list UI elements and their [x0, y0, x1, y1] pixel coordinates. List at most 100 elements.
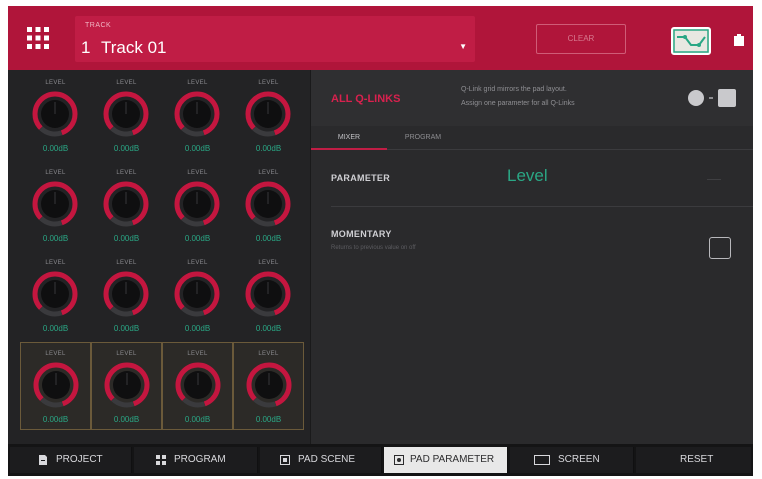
knob-value: 0.00dB	[255, 144, 282, 153]
knob-dial-icon	[174, 271, 220, 317]
momentary-label: MOMENTARY	[331, 229, 392, 239]
knob-value: 0.00dB	[184, 144, 211, 153]
track-field-label: TRACK	[85, 22, 112, 29]
pad-parameter-icon	[394, 455, 404, 465]
knob-value: 0.00dB	[113, 324, 140, 333]
reset-button[interactable]: RESET	[636, 447, 751, 473]
program-button[interactable]: PROGRAM	[134, 447, 258, 473]
document-icon	[39, 455, 47, 465]
project-button-label: PROJECT	[56, 454, 103, 465]
dropdown-caret-icon: ▼	[459, 42, 467, 51]
project-button[interactable]: PROJECT	[10, 447, 132, 473]
parameter-value-field[interactable]: Level	[507, 166, 548, 186]
knob-label: LEVEL	[258, 80, 279, 86]
knob-dial-icon	[32, 271, 78, 317]
knob-value: 0.00dB	[42, 415, 69, 424]
screen-button[interactable]: SCREEN	[510, 447, 634, 473]
knob-value: 0.00dB	[255, 234, 282, 243]
qlink-description-line2: Assign one parameter for all Q-Links	[461, 100, 575, 107]
qlink-knob[interactable]: LEVEL 0.00dB	[233, 72, 304, 160]
knob-label: LEVEL	[116, 351, 137, 357]
knob-value: 0.00dB	[184, 415, 211, 424]
reset-button-label: RESET	[680, 454, 714, 465]
header-bar: TRACK 1 Track 01 ▼ CLEAR	[8, 6, 753, 70]
clear-button[interactable]: CLEAR	[536, 24, 626, 54]
knob-label: LEVEL	[258, 170, 279, 176]
knob-label: LEVEL	[45, 170, 66, 176]
qlink-knob-grid: LEVEL 0.00dB LEVEL 0.00dB LEVEL 0.00dB LEVEL 0.…	[8, 70, 310, 444]
active-tab-indicator	[311, 148, 387, 150]
automation-area	[653, 8, 753, 70]
track-number: 1	[81, 38, 91, 57]
qlink-knob[interactable]: LEVEL 0.00dB	[20, 72, 91, 160]
screen-button-label: SCREEN	[558, 454, 600, 465]
screen-icon	[534, 455, 550, 465]
qlink-tabs: MIXER PROGRAM	[311, 126, 753, 150]
qlink-knob[interactable]: LEVEL 0.00dB	[233, 252, 304, 340]
knob-label: LEVEL	[45, 351, 66, 357]
qlink-knob[interactable]: LEVEL 0.00dB	[91, 342, 162, 430]
qlink-settings-panel: ALL Q-LINKS Q-Link grid mirrors the pad …	[311, 70, 753, 444]
knob-value: 0.00dB	[184, 324, 211, 333]
momentary-sublabel: Returns to previous value on off	[331, 245, 416, 251]
knob-label: LEVEL	[187, 351, 208, 357]
pad-parameter-button-label: PAD PARAMETER	[410, 454, 495, 465]
qlink-knob[interactable]: LEVEL 0.00dB	[162, 162, 233, 250]
qlink-knob[interactable]: LEVEL 0.00dB	[91, 162, 162, 250]
track-selector[interactable]: TRACK 1 Track 01 ▼	[75, 16, 475, 62]
knob-dial-icon	[245, 181, 291, 227]
mode-toggle-square-icon[interactable]	[718, 89, 736, 107]
knob-label: LEVEL	[116, 170, 137, 176]
bottom-navigation-bar: PROJECT PROGRAM PAD SCENE PAD PARAMETER	[8, 444, 753, 476]
mode-toggle-separator	[709, 97, 713, 99]
qlink-knob[interactable]: LEVEL 0.00dB	[20, 162, 91, 250]
knob-dial-icon	[174, 91, 220, 137]
qlink-mode-header: ALL Q-LINKS Q-Link grid mirrors the pad …	[311, 70, 753, 126]
row-divider	[331, 206, 753, 207]
knob-value: 0.00dB	[113, 234, 140, 243]
track-name: Track 01	[101, 38, 167, 57]
battery-icon	[734, 34, 744, 46]
program-button-label: PROGRAM	[174, 454, 226, 465]
mode-toggle-circle-icon[interactable]	[688, 90, 704, 106]
knob-value: 0.00dB	[184, 234, 211, 243]
knob-dial-icon	[32, 91, 78, 137]
qlink-knob[interactable]: LEVEL 0.00dB	[91, 252, 162, 340]
knob-label: LEVEL	[45, 260, 66, 266]
knob-value: 0.00dB	[42, 144, 69, 153]
qlink-knob[interactable]: LEVEL 0.00dB	[162, 72, 233, 160]
knob-label: LEVEL	[187, 80, 208, 86]
parameter-field-line	[707, 179, 721, 180]
qlink-knob[interactable]: LEVEL 0.00dB	[91, 72, 162, 160]
knob-value: 0.00dB	[42, 324, 69, 333]
knob-value: 0.00dB	[255, 324, 282, 333]
knob-dial-icon	[174, 181, 220, 227]
grid-menu-icon[interactable]	[26, 26, 50, 50]
grid-icon	[156, 455, 166, 465]
automation-icon[interactable]	[671, 27, 711, 55]
momentary-checkbox[interactable]	[709, 237, 731, 259]
qlink-knob[interactable]: LEVEL 0.00dB	[162, 342, 233, 430]
knob-label: LEVEL	[45, 80, 66, 86]
qlink-mode-title: ALL Q-LINKS	[331, 93, 401, 105]
knob-dial-icon	[175, 362, 221, 408]
qlink-screen: TRACK 1 Track 01 ▼ CLEAR LEVEL 0.00dB LEVE…	[8, 6, 753, 476]
tab-mixer[interactable]: MIXER	[311, 126, 387, 150]
qlink-knob[interactable]: LEVEL 0.00dB	[233, 162, 304, 250]
qlink-knob[interactable]: LEVEL 0.00dB	[20, 342, 91, 430]
knob-value: 0.00dB	[113, 144, 140, 153]
pad-scene-icon	[280, 455, 290, 465]
knob-value: 0.00dB	[113, 415, 140, 424]
pad-scene-button[interactable]: PAD SCENE	[260, 447, 382, 473]
knob-dial-icon	[246, 362, 292, 408]
knob-dial-icon	[245, 271, 291, 317]
qlink-knob[interactable]: LEVEL 0.00dB	[20, 252, 91, 340]
tab-program[interactable]: PROGRAM	[391, 126, 455, 150]
pad-parameter-button[interactable]: PAD PARAMETER	[384, 447, 508, 473]
qlink-knob[interactable]: LEVEL 0.00dB	[162, 252, 233, 340]
knob-dial-icon	[103, 91, 149, 137]
qlink-knob[interactable]: LEVEL 0.00dB	[233, 342, 304, 430]
knob-label: LEVEL	[258, 260, 279, 266]
knob-dial-icon	[103, 271, 149, 317]
knob-dial-icon	[103, 181, 149, 227]
